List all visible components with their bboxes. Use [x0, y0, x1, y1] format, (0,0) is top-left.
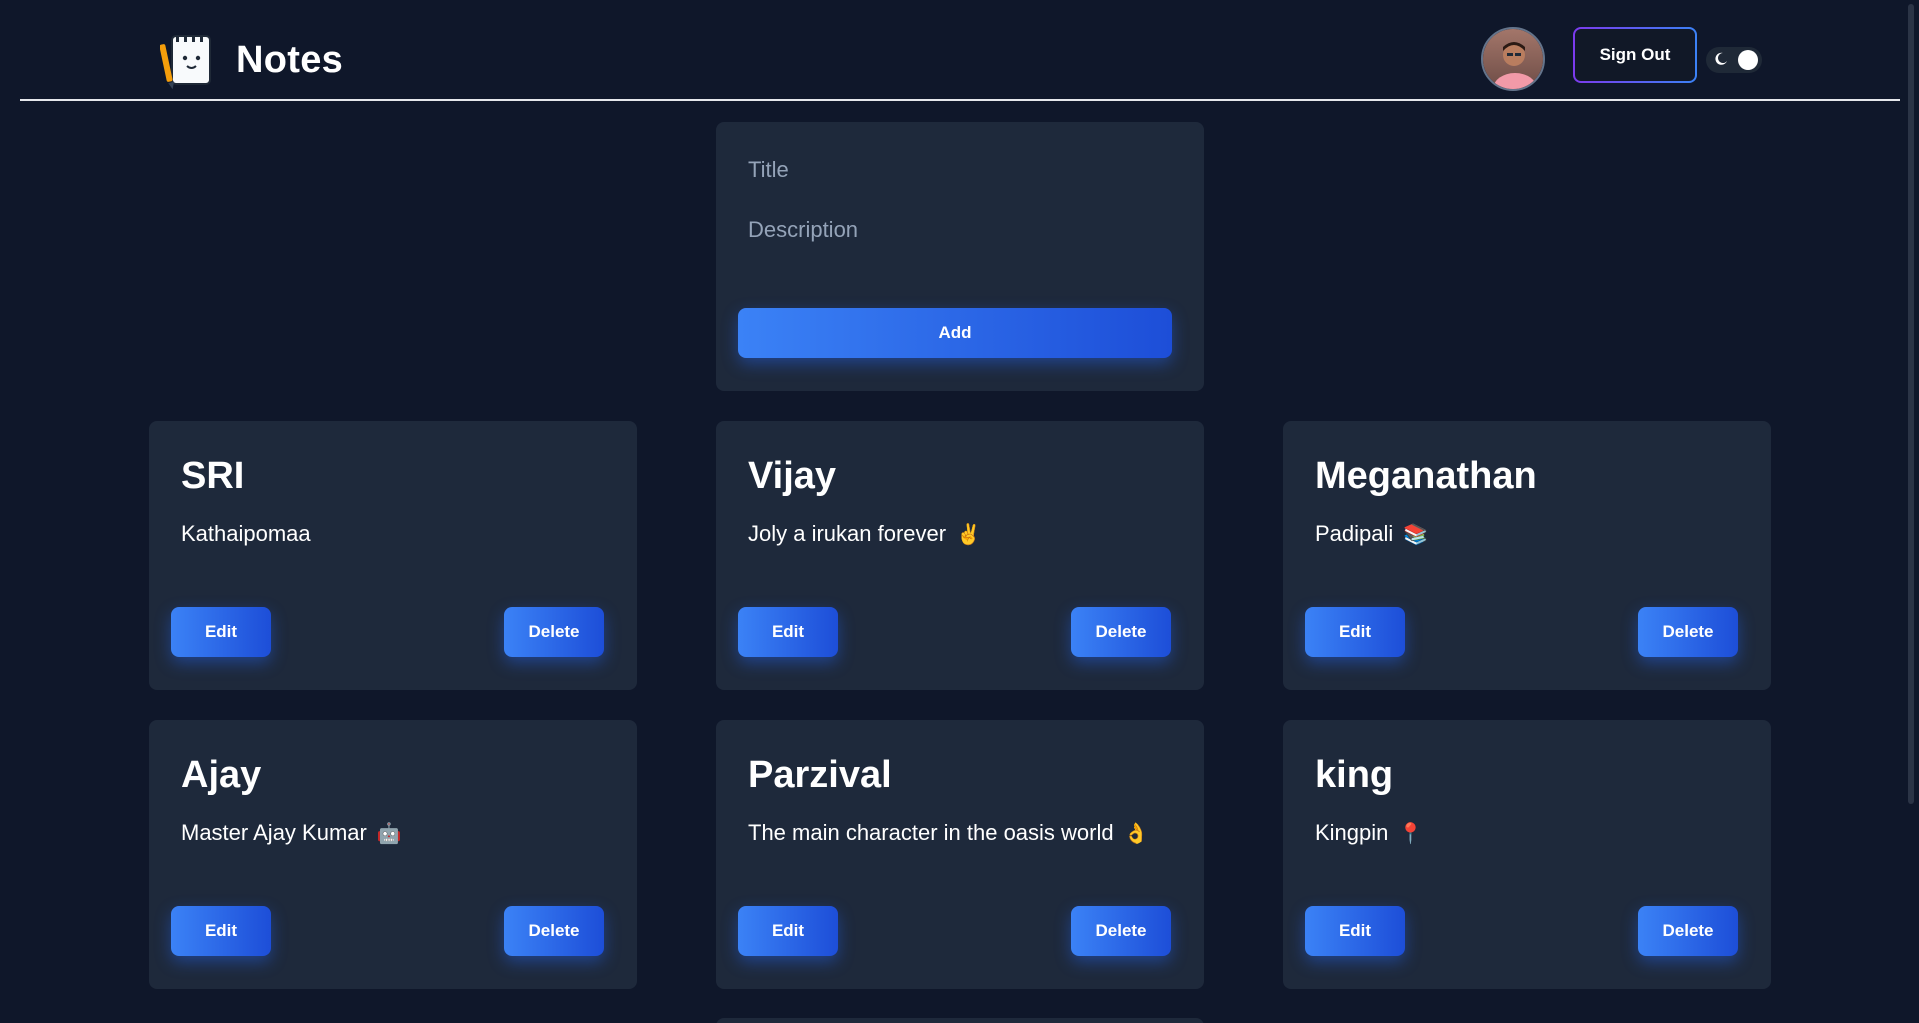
note-description: Padipali 📚: [1315, 521, 1428, 547]
edit-button[interactable]: Edit: [1305, 906, 1405, 956]
moon-icon: [1715, 52, 1727, 65]
note-card: Parzival The main character in the oasis…: [716, 720, 1204, 989]
avatar-image: [1483, 29, 1543, 89]
note-description: Kingpin 📍: [1315, 820, 1423, 846]
note-card: SRI Kathaipomaa Edit Delete: [149, 421, 637, 690]
note-card: Ajay Master Ajay Kumar 🤖 Edit Delete: [149, 720, 637, 989]
delete-button[interactable]: Delete: [1071, 607, 1171, 657]
notepad-icon: [160, 35, 211, 90]
add-button[interactable]: Add: [738, 308, 1172, 358]
note-title: Vijay: [748, 455, 837, 497]
edit-button[interactable]: Edit: [1305, 607, 1405, 657]
app-title: Notes: [236, 38, 344, 81]
pushpin-emoji: 📍: [1398, 821, 1424, 845]
note-description: Joly a irukan forever ✌️: [748, 521, 981, 547]
note-title: Parzival: [748, 754, 892, 796]
note-title: SRI: [181, 455, 245, 497]
note-description-text: Kingpin: [1315, 820, 1389, 845]
delete-button[interactable]: Delete: [504, 906, 604, 956]
victory-hand-emoji: ✌️: [956, 522, 981, 546]
ok-hand-emoji: 👌: [1123, 821, 1149, 845]
edit-button[interactable]: Edit: [738, 607, 838, 657]
add-note-form: Add: [716, 122, 1204, 391]
edit-button[interactable]: Edit: [171, 607, 271, 657]
toggle-knob: [1738, 50, 1758, 70]
title-input[interactable]: [748, 152, 1172, 188]
edit-button[interactable]: Edit: [171, 906, 271, 956]
note-description-text: Master Ajay Kumar: [181, 820, 367, 845]
note-description-text: The main character in the oasis world: [748, 820, 1114, 845]
brand: Notes: [160, 28, 343, 92]
sign-out-button[interactable]: Sign Out: [1573, 27, 1697, 83]
edit-button[interactable]: Edit: [738, 906, 838, 956]
note-description-text: Joly a irukan forever: [748, 521, 947, 546]
note-title: Meganathan: [1315, 455, 1537, 497]
books-emoji: 📚: [1403, 522, 1429, 546]
note-title: Ajay: [181, 754, 262, 796]
note-card: king Kingpin 📍 Edit Delete: [1283, 720, 1771, 989]
note-card-partial: [716, 1018, 1204, 1023]
note-description: Master Ajay Kumar 🤖: [181, 820, 402, 846]
note-description-text: Padipali: [1315, 521, 1394, 546]
note-description: Kathaipomaa: [181, 521, 311, 547]
delete-button[interactable]: Delete: [1071, 906, 1171, 956]
note-card: Meganathan Padipali 📚 Edit Delete: [1283, 421, 1771, 690]
delete-button[interactable]: Delete: [1638, 906, 1738, 956]
note-description: The main character in the oasis world 👌: [748, 820, 1149, 846]
theme-toggle[interactable]: [1706, 47, 1762, 73]
scrollbar-thumb[interactable]: [1908, 4, 1914, 804]
note-description-text: Kathaipomaa: [181, 521, 311, 546]
note-title: king: [1315, 754, 1394, 796]
navbar: Notes Sign Out: [20, 0, 1900, 101]
scrollbar[interactable]: [1903, 0, 1919, 1023]
delete-button[interactable]: Delete: [1638, 607, 1738, 657]
robot-emoji: 🤖: [376, 821, 402, 845]
description-input[interactable]: [748, 217, 1172, 253]
note-card: Vijay Joly a irukan forever ✌️ Edit Dele…: [716, 421, 1204, 690]
user-avatar[interactable]: [1481, 27, 1545, 91]
delete-button[interactable]: Delete: [504, 607, 604, 657]
